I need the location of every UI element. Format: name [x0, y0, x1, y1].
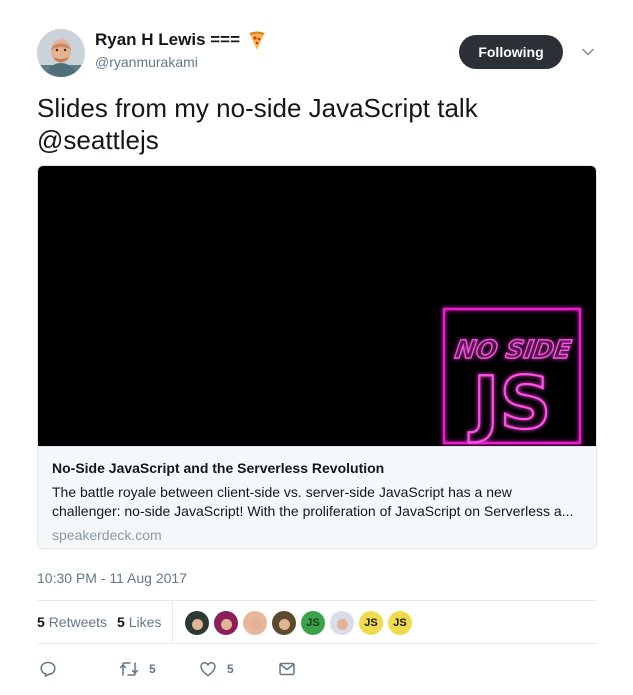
card-body: No-Side JavaScript and the Serverless Re… — [38, 446, 596, 548]
like-button[interactable]: 5 — [199, 660, 234, 678]
svg-text:JS: JS — [468, 361, 552, 445]
likes-count: 5 — [117, 614, 125, 630]
liker-avatar-face — [336, 618, 348, 630]
svg-text:NO SIDE: NO SIDE — [453, 335, 573, 364]
retweets-label: Retweets — [48, 614, 108, 630]
tweet-timestamp[interactable]: 10:30 PM - 11 Aug 2017 — [37, 570, 187, 586]
author-avatar[interactable] — [37, 29, 85, 77]
retweets-count: 5 — [37, 614, 45, 630]
following-button[interactable]: Following — [459, 35, 563, 69]
liker-avatar[interactable]: JS — [359, 611, 383, 635]
retweets-stat[interactable]: 5 Retweets — [37, 614, 107, 630]
liker-avatar[interactable] — [330, 611, 354, 635]
tweet-text: Slides from my no-side JavaScript talk @… — [37, 93, 478, 155]
author-handle[interactable]: @ryanmurakami — [95, 54, 198, 70]
liker-avatar[interactable] — [185, 611, 209, 635]
liker-avatar[interactable] — [243, 611, 267, 635]
author-display-name[interactable]: Ryan H Lewis === — [95, 30, 240, 50]
like-action-count: 5 — [227, 662, 234, 676]
retweet-button[interactable]: 5 — [119, 660, 156, 678]
reply-button[interactable] — [39, 660, 57, 678]
liker-avatar-face — [278, 618, 290, 630]
retweet-action-count: 5 — [149, 662, 156, 676]
tweet: Ryan H Lewis === @ryanmurakami Following… — [0, 0, 633, 695]
reply-icon — [39, 660, 57, 678]
divider — [37, 600, 597, 601]
liker-avatar-face — [249, 618, 261, 630]
direct-message-button[interactable] — [278, 660, 296, 678]
liker-avatar[interactable] — [272, 611, 296, 635]
likes-label: Likes — [128, 614, 162, 630]
author-avatar-image — [37, 29, 85, 77]
author-name-row[interactable]: Ryan H Lewis === — [95, 30, 266, 50]
liker-avatar[interactable]: JS — [388, 611, 412, 635]
card-domain: speakerdeck.com — [52, 527, 162, 543]
chevron-down-icon[interactable] — [580, 44, 596, 60]
liker-avatars: JS JS JS — [185, 611, 417, 635]
stats-divider — [172, 601, 173, 643]
tweet-stats: 5 Retweets 5 Likes — [37, 614, 171, 630]
retweet-icon — [119, 660, 139, 678]
link-card[interactable]: NO SIDE JS No-Side JavaScript and the Se… — [37, 165, 597, 549]
no-side-js-logo: NO SIDE JS — [442, 307, 582, 446]
pizza-icon — [248, 31, 266, 50]
liker-avatar-face — [220, 618, 232, 630]
envelope-icon — [278, 660, 296, 678]
card-title[interactable]: No-Side JavaScript and the Serverless Re… — [52, 459, 582, 477]
divider — [37, 643, 597, 644]
liker-avatar-label: JS — [393, 617, 407, 629]
liker-avatar-label: JS — [364, 617, 378, 629]
liker-avatar-face — [191, 618, 203, 630]
card-image: NO SIDE JS — [38, 166, 596, 446]
tweet-actions: 5 5 — [37, 660, 337, 680]
liker-avatar-label: JS — [306, 617, 320, 629]
heart-icon — [199, 660, 217, 678]
liker-avatar[interactable] — [214, 611, 238, 635]
liker-avatar[interactable]: JS — [301, 611, 325, 635]
likes-stat[interactable]: 5 Likes — [117, 614, 161, 630]
card-description: The battle royale between client-side vs… — [52, 484, 574, 519]
